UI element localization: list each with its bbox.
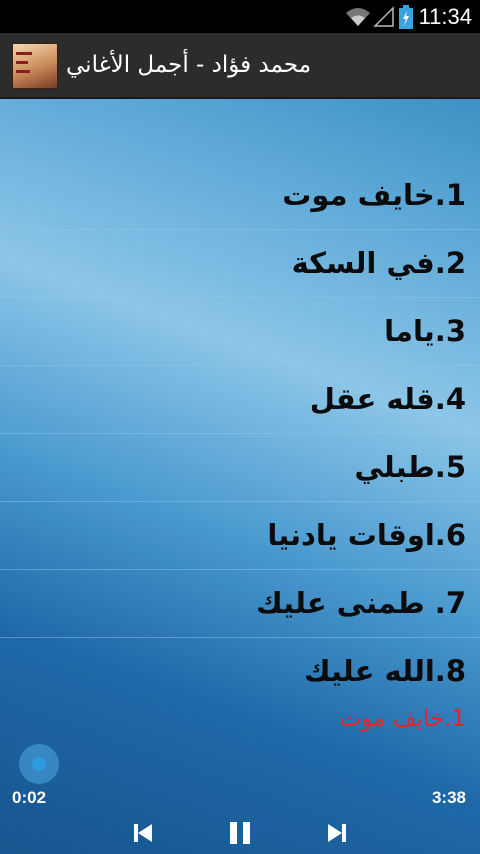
status-time: 11:34 xyxy=(418,3,472,29)
track-label: 8.الله عليك xyxy=(303,654,466,688)
wifi-icon xyxy=(345,7,370,26)
app-logo[interactable] xyxy=(12,43,58,89)
action-bar: محمد فؤاد - أجمل الأغاني xyxy=(0,33,480,99)
track-label: 5.طبلي xyxy=(354,450,466,484)
app-title: محمد فؤاد - أجمل الأغاني xyxy=(66,52,312,78)
pause-icon[interactable] xyxy=(223,816,257,850)
signal-icon xyxy=(372,5,394,27)
track-label: 7. طمنى عليك xyxy=(256,586,466,620)
track-label: 4.قله عقل xyxy=(309,382,466,416)
track-item[interactable]: 7. طمنى عليك xyxy=(0,570,480,638)
total-duration: 3:38 xyxy=(431,788,466,807)
track-item[interactable]: 3.ياما xyxy=(0,298,480,366)
track-item[interactable]: 2.في السكة xyxy=(0,230,480,298)
playback-controls xyxy=(0,812,480,854)
next-track-icon[interactable] xyxy=(320,816,354,850)
track-item[interactable]: 6.اوقات يادنيا xyxy=(0,502,480,570)
track-label: 1.خايف موت xyxy=(282,178,466,212)
previous-track-icon[interactable] xyxy=(126,816,160,850)
track-list: 1.خايف موت 2.في السكة 3.ياما 4.قله عقل 5… xyxy=(0,162,480,705)
battery-charging-icon xyxy=(398,4,413,29)
status-bar: 11:34 xyxy=(0,0,480,33)
track-item[interactable]: 4.قله عقل xyxy=(0,366,480,434)
track-item[interactable]: 5.طبلي xyxy=(0,434,480,502)
track-label: 6.اوقات يادنيا xyxy=(267,518,466,552)
track-label: 3.ياما xyxy=(384,314,466,348)
status-icons: 11:34 xyxy=(345,0,480,33)
seek-bar-thumb[interactable] xyxy=(19,744,59,784)
elapsed-time: 0:02 xyxy=(12,788,47,807)
track-label: 2.في السكة xyxy=(291,246,466,280)
track-item[interactable]: 8.الله عليك xyxy=(0,638,480,705)
track-item[interactable]: 1.خايف موت xyxy=(0,162,480,230)
now-playing-title: 1.خايف موت xyxy=(339,706,466,732)
